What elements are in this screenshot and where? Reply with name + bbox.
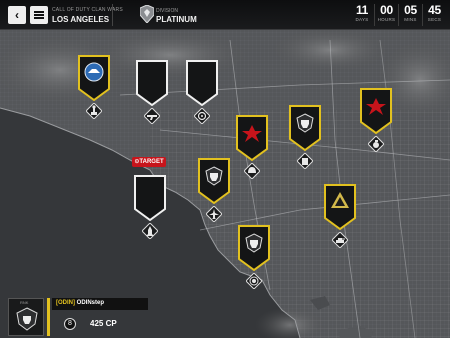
days-label: DAYS (355, 17, 369, 22)
building-icon (297, 153, 313, 169)
secs-value: 45 (428, 3, 441, 17)
clan-emblem-icon (16, 307, 38, 331)
territory-marker-m2[interactable] (136, 60, 168, 128)
territory-banner (78, 55, 110, 101)
tank-icon (332, 232, 348, 248)
territory-banner (134, 175, 166, 221)
war-city: LOS ANGELES (52, 15, 110, 24)
target-label: TARGET (139, 159, 164, 165)
player-accent-stripe (47, 298, 50, 336)
player-name: ODINstep (76, 300, 105, 306)
territory-marker-m8[interactable] (198, 158, 230, 226)
territory-banner (360, 88, 392, 134)
divider (112, 4, 113, 26)
territory-marker-m1[interactable] (78, 55, 110, 123)
hamburger-menu-icon[interactable] (30, 6, 48, 24)
territory-banner (236, 115, 268, 161)
mins-value: 05 (404, 3, 417, 17)
target-icon (246, 273, 262, 289)
mins-label: MINS (404, 17, 417, 22)
hours-label: HOURS (377, 17, 396, 22)
territory-banner (238, 225, 270, 271)
territory-banner (136, 60, 168, 106)
rocket-icon (142, 223, 158, 239)
timer-mins: 05 MINS (398, 4, 422, 26)
division-label: DIVISION (156, 8, 178, 14)
territory-marker-m7[interactable] (134, 175, 166, 243)
plane-icon (206, 206, 222, 222)
player-panel[interactable]: RNK [ODIN] ODINstep 8 425 CP (8, 298, 148, 336)
platinum-division-emblem-icon (140, 5, 154, 23)
territory-marker-m6[interactable] (360, 88, 392, 156)
back-arrow-icon[interactable]: ‹ (8, 6, 26, 24)
territory-banner (186, 60, 218, 106)
timer-secs: 45 SECS (422, 4, 446, 26)
territory-marker-m9[interactable] (324, 184, 356, 252)
territory-banner (289, 105, 321, 151)
territory-marker-m3[interactable] (186, 60, 218, 128)
target-tag[interactable]: ⊙TARGET (132, 157, 166, 167)
player-emblem: RNK (8, 298, 44, 336)
grenade-icon (368, 136, 384, 152)
player-level-badge: 8 (64, 318, 76, 330)
clan-tag: [ODIN] (56, 300, 75, 306)
territory-banner (198, 158, 230, 204)
helmet-icon (244, 163, 260, 179)
player-cp: 425 CP (90, 319, 117, 328)
crosshair-icon (194, 108, 210, 124)
timer-hours: 00 HOURS (374, 4, 398, 26)
hours-value: 00 (380, 3, 393, 17)
rifle-icon (144, 108, 160, 124)
secs-label: SECS (427, 17, 442, 22)
division-value: PLATINUM (156, 15, 197, 24)
days-value: 11 (355, 3, 369, 17)
countdown-timer: 11 DAYS 00 HOURS 05 MINS 45 SECS (350, 4, 446, 26)
territory-marker-m5[interactable] (289, 105, 321, 173)
timer-days: 11 DAYS (350, 4, 374, 26)
top-bar: ‹ CALL OF DUTY CLAN WARS LOS ANGELES DIV… (0, 0, 450, 30)
joystick-icon (86, 103, 102, 119)
player-clan-name: [ODIN] ODINstep (56, 300, 104, 306)
territory-marker-m10[interactable] (238, 225, 270, 293)
rank-label: RNK (20, 300, 29, 305)
territory-banner (324, 184, 356, 230)
territory-marker-m4[interactable] (236, 115, 268, 183)
